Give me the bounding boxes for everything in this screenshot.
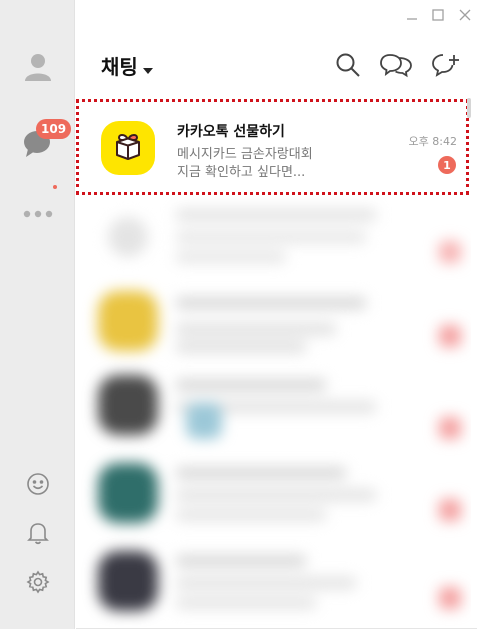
chats-unread-badge: 109: [36, 119, 72, 139]
chat-avatar: [98, 375, 158, 435]
unread-count-badge: [439, 325, 461, 347]
unread-count-badge: [439, 587, 461, 609]
blurred-text: [176, 251, 286, 263]
chat-row-blurred[interactable]: [76, 545, 471, 629]
minimize-icon: [406, 6, 418, 25]
blurred-text: [176, 509, 326, 521]
sidebar-item-notifications[interactable]: [0, 521, 75, 549]
search-button[interactable]: [334, 52, 362, 82]
maximize-button[interactable]: [429, 6, 447, 24]
scrollbar[interactable]: [467, 98, 471, 118]
minimize-button[interactable]: [403, 6, 421, 24]
close-icon: [459, 6, 471, 25]
unread-count-badge: [439, 417, 461, 439]
open-chat-button[interactable]: [379, 54, 413, 80]
blurred-text: [176, 231, 366, 243]
caret-down-icon: [142, 55, 153, 79]
bell-icon: [26, 521, 49, 549]
blurred-text: [176, 597, 316, 609]
chat-avatar: [98, 463, 158, 523]
more-dots-icon: [23, 204, 53, 223]
blurred-text: [176, 555, 306, 567]
page-title: 채팅: [101, 55, 138, 79]
blurred-text: [176, 341, 306, 353]
blurred-text: [176, 489, 376, 501]
blurred-text: [176, 379, 326, 391]
chat-avatar: [98, 551, 158, 611]
sidebar-item-emoticon[interactable]: [0, 472, 75, 500]
blurred-text: [176, 577, 356, 589]
gear-icon: [25, 570, 50, 598]
chat-row-blurred[interactable]: [76, 457, 471, 541]
close-button[interactable]: [456, 6, 474, 24]
highlight-box: [76, 99, 469, 195]
chat-row-blurred[interactable]: [76, 369, 471, 453]
new-chat-icon: [431, 52, 461, 82]
new-indicator-dot: [53, 185, 57, 189]
chat-row-blurred[interactable]: [76, 197, 471, 281]
blurred-text: [176, 323, 336, 335]
search-icon: [335, 52, 361, 82]
person-icon: [24, 52, 52, 86]
chat-list-dropdown[interactable]: 채팅: [101, 51, 153, 80]
blurred-text: [176, 209, 376, 221]
blurred-text: [176, 467, 346, 479]
sidebar-item-more[interactable]: [0, 204, 75, 223]
open-chat-icon: [379, 52, 413, 82]
new-chat-button[interactable]: [431, 54, 461, 80]
unread-count-badge: [439, 241, 461, 263]
sidebar: 109: [0, 0, 75, 629]
smiley-icon: [26, 472, 50, 500]
unread-count-badge: [439, 499, 461, 521]
chat-row-blurred[interactable]: [76, 285, 471, 369]
chat-avatar: [108, 217, 148, 257]
chat-avatar: [98, 291, 158, 351]
maximize-icon: [432, 6, 444, 25]
sidebar-item-settings[interactable]: [0, 570, 75, 598]
blurred-text: [176, 297, 366, 309]
blurred-thumbnail: [186, 403, 222, 439]
sidebar-item-friends[interactable]: [0, 52, 75, 86]
